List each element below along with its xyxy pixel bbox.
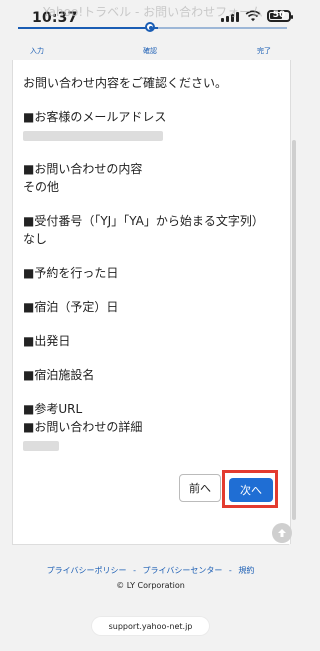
step-label-input: 入力 [30,47,44,55]
field-label-reservation-date: ■予約を行った日 [23,266,119,280]
field-label-inquiry-details: ■お問い合わせの詳細 [23,420,143,434]
next-button-highlight: 次へ [222,470,278,508]
step-label-complete: 完了 [257,47,271,55]
card-bottom-divider [12,544,289,545]
field-value-email [23,126,278,144]
progress-steps: 入力 確認 完了 [0,18,301,55]
footer-links: プライバシーポリシー - プライバシーセンター - 規約 [0,565,301,576]
step-dot-current [145,22,155,32]
field-label-reception-number: ■受付番号（「YJ」「YA」から始まる文字列） [23,214,264,228]
field-label-departure-date: ■出発日 [23,334,71,348]
step-label-confirm: 確認 [143,47,157,55]
prev-button[interactable]: 前へ [179,474,221,502]
redacted-details [23,440,59,451]
address-bar[interactable]: support.yahoo-net.jp [92,617,209,635]
address-bar-url[interactable]: support.yahoo-net.jp [109,622,193,631]
redacted-email [23,130,163,141]
field-label-email: ■お客様のメールアドレス [23,110,167,124]
arrow-up-icon [278,529,286,537]
footer-separator: - [228,566,232,575]
field-value-inquiry-type: その他 [23,180,60,194]
scroll-to-top-button[interactable] [272,523,292,543]
copyright: © LY Corporation [116,581,185,590]
field-label-hotel-name: ■宿泊施設名 [23,368,95,382]
footer-link-privacy-policy[interactable]: プライバシーポリシー [47,566,127,575]
footer-link-terms[interactable]: 規約 [238,566,254,575]
field-label-stay-date: ■宿泊（予定）日 [23,300,119,314]
footer-separator: - [133,566,136,575]
next-button[interactable]: 次へ [229,478,273,502]
scrollbar[interactable] [292,140,296,520]
footer-link-privacy-center[interactable]: プライバシーセンター [143,566,223,575]
field-value-reception-number: なし [23,232,48,246]
progress-fill [18,27,158,29]
field-label-reference-url: ■参考URL [23,402,83,416]
intro-text: お問い合わせ内容をご確認ください。 [23,76,228,90]
field-value-inquiry-details [23,436,278,454]
confirmation-content: お問い合わせ内容をご確認ください。 ■お客様のメールアドレス ■お問い合わせの内… [23,74,278,454]
field-label-inquiry-type: ■お問い合わせの内容 [23,162,143,176]
